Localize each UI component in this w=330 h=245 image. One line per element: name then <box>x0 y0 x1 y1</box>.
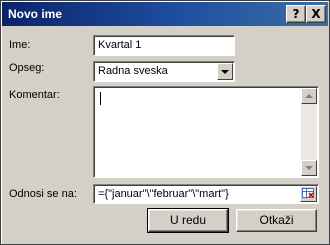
name-label: Ime: <box>9 39 31 51</box>
comment-label: Komentar: <box>9 89 60 101</box>
refers-to-input[interactable]: ={"januar"\"februar"\"mart"} <box>93 184 319 204</box>
ok-button[interactable]: U redu <box>147 208 229 233</box>
comment-scrollbar[interactable] <box>301 88 317 176</box>
refers-to-input-value: ={"januar"\"februar"\"mart"} <box>98 188 229 200</box>
text-caret <box>100 92 101 105</box>
help-icon: ? <box>292 7 300 21</box>
title-bar[interactable]: Novo ime ? X <box>2 2 328 26</box>
chevron-down-icon[interactable] <box>217 63 233 80</box>
refers-to-label: Odnosi se na: <box>9 188 77 200</box>
help-button[interactable]: ? <box>286 5 306 23</box>
scope-dropdown[interactable]: Radna sveska <box>93 61 235 82</box>
close-button[interactable]: X <box>306 5 326 23</box>
name-input[interactable]: Kvartal 1 <box>93 35 235 56</box>
new-name-dialog: Novo ime ? X Ime: Kvartal 1 Opseg: Radna… <box>0 0 330 245</box>
scope-label: Opseg: <box>9 62 45 74</box>
close-icon: X <box>311 7 321 21</box>
scope-dropdown-value: Radna sveska <box>98 65 168 77</box>
name-input-value: Kvartal 1 <box>98 39 142 51</box>
comment-textarea[interactable] <box>93 86 319 178</box>
scroll-up-icon[interactable] <box>301 88 317 104</box>
range-select-icon <box>302 188 314 198</box>
collapse-dialog-button[interactable] <box>300 186 317 202</box>
dialog-title: Novo ime <box>8 7 63 21</box>
cancel-button[interactable]: Otkaži <box>236 209 317 232</box>
scroll-down-icon[interactable] <box>301 160 317 176</box>
